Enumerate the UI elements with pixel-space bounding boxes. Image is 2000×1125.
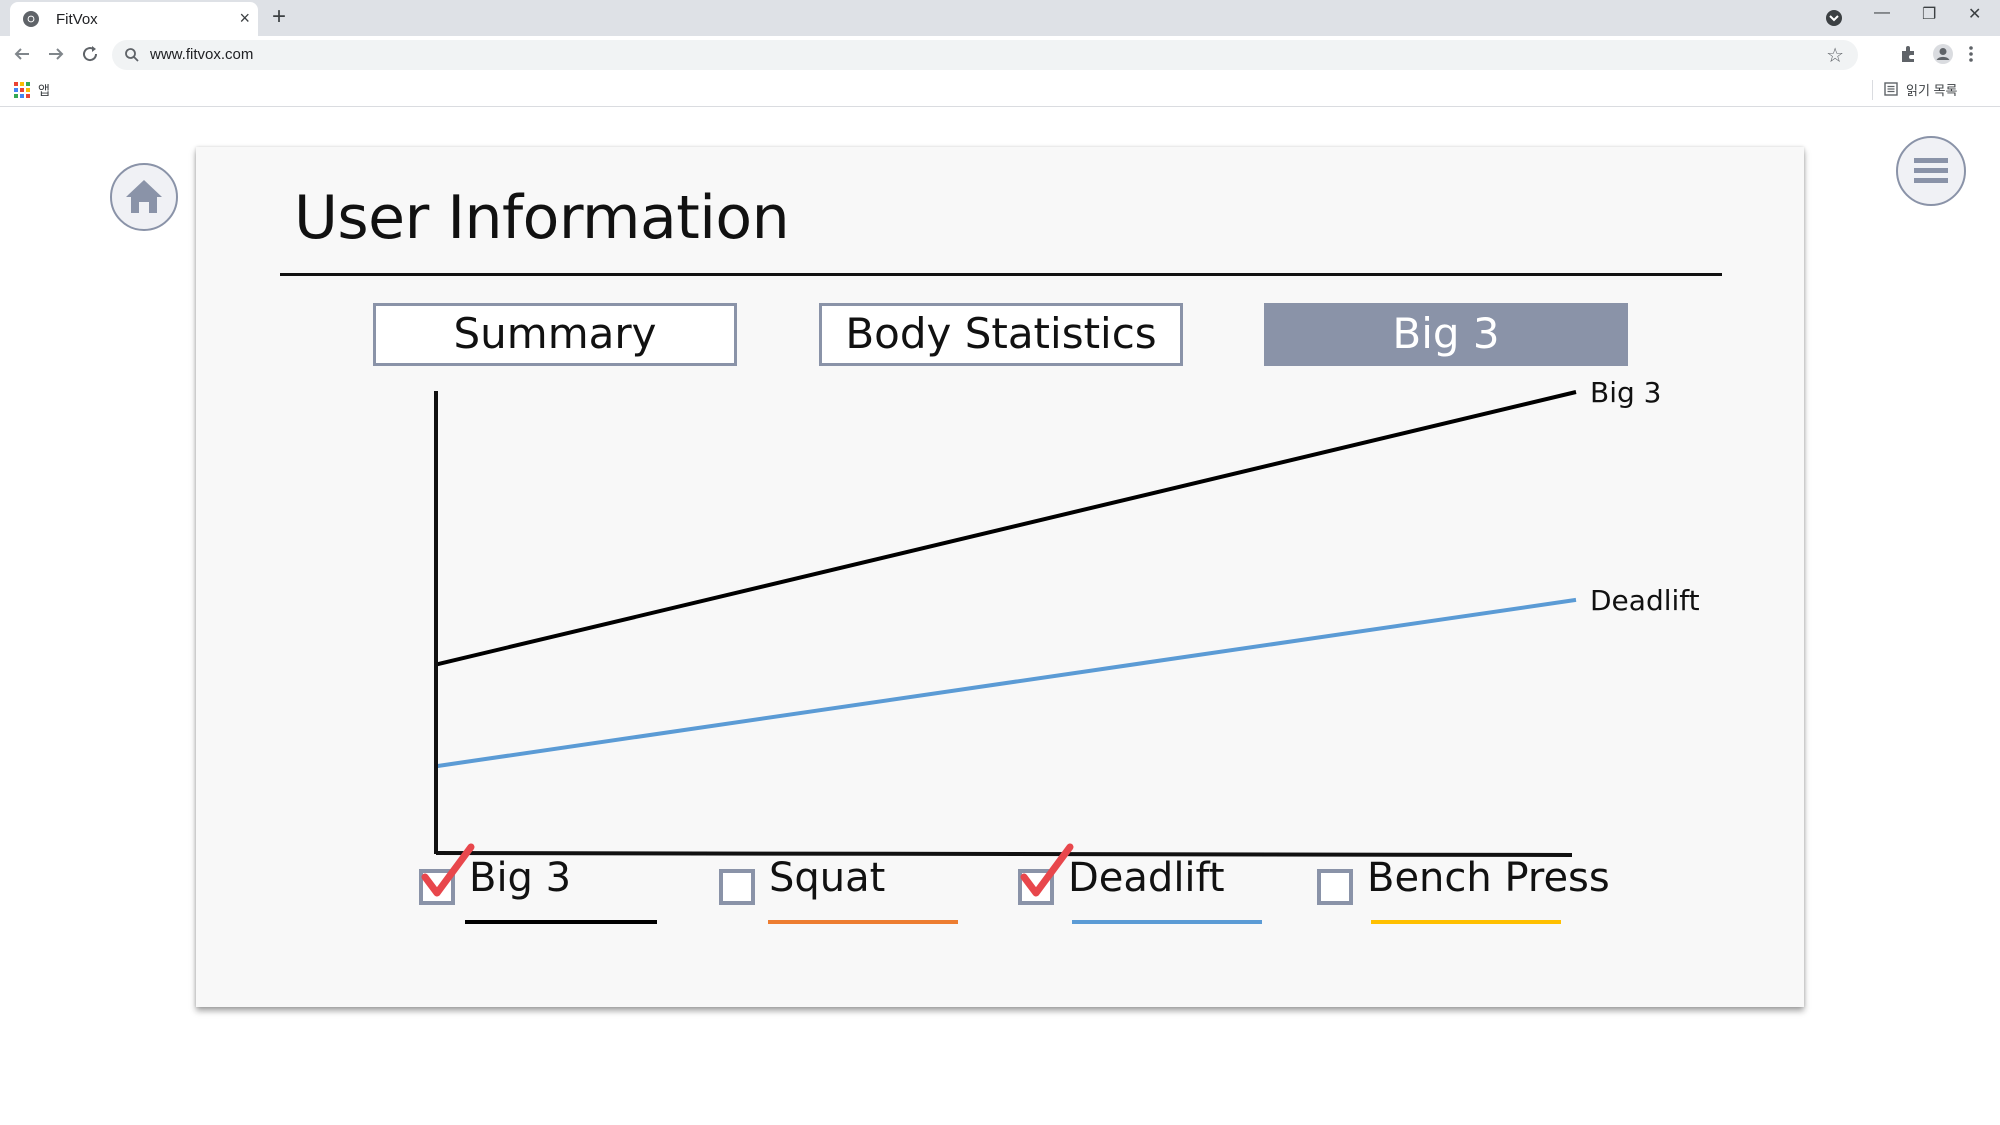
profile-icon[interactable]	[1932, 43, 1954, 65]
legend-label-bench-press: Bench Press	[1367, 855, 1610, 901]
check-mark-icon	[1020, 843, 1074, 897]
home-button[interactable]	[110, 163, 178, 231]
check-mark-icon	[421, 843, 475, 897]
forward-arrow-icon[interactable]	[44, 42, 68, 66]
legend-item-bench-press[interactable]: Bench Press	[1317, 855, 1610, 929]
legend-item-big-3[interactable]: Big 3	[419, 843, 659, 929]
legend-line-squat	[768, 920, 958, 924]
series-label-big-3: Big 3	[1590, 376, 1661, 409]
search-icon	[125, 48, 139, 62]
extensions-icon[interactable]	[1898, 43, 1920, 65]
tab-search-icon[interactable]	[1824, 8, 1844, 28]
hamburger-menu-icon	[1914, 158, 1948, 183]
apps-grid-icon[interactable]	[14, 82, 30, 98]
legend-label-deadlift: Deadlift	[1068, 855, 1225, 901]
tab-close-icon[interactable]: ×	[239, 8, 250, 28]
browser-toolbar: www.fitvox.com ☆	[0, 36, 2000, 74]
apps-bookmark-label[interactable]: 앱	[38, 80, 50, 99]
legend-line-big-3	[465, 920, 657, 924]
legend-label-big-3: Big 3	[469, 855, 572, 901]
url-text: www.fitvox.com	[150, 46, 254, 63]
browser-tab-strip: FitVox × + — ❐ ✕	[0, 0, 2000, 36]
chrome-icon	[23, 11, 39, 27]
back-arrow-icon[interactable]	[10, 42, 34, 66]
legend-item-squat[interactable]: Squat	[719, 855, 969, 929]
legend-line-deadlift	[1072, 920, 1262, 924]
star-icon[interactable]: ☆	[1826, 43, 1844, 68]
checkbox-bench-press[interactable]	[1317, 869, 1353, 905]
series-label-deadlift: Deadlift	[1590, 584, 1700, 617]
browser-menu-icon[interactable]	[1966, 43, 1976, 65]
checkbox-squat[interactable]	[719, 869, 755, 905]
home-icon	[126, 180, 162, 213]
address-bar[interactable]: www.fitvox.com ☆	[112, 40, 1858, 70]
browser-tab[interactable]: FitVox ×	[10, 2, 258, 36]
menu-button[interactable]	[1896, 136, 1966, 206]
close-window-button[interactable]: ✕	[1968, 4, 1981, 24]
tab-title: FitVox	[56, 11, 98, 28]
bookmarks-bar: 앱 읽기 목록	[0, 74, 2000, 107]
reload-icon[interactable]	[78, 42, 102, 66]
minimize-button[interactable]: —	[1874, 4, 1890, 22]
reading-list-icon[interactable]	[1884, 82, 1898, 96]
restore-button[interactable]: ❐	[1922, 4, 1936, 24]
reading-list-label[interactable]: 읽기 목록	[1906, 80, 1957, 99]
legend-item-deadlift[interactable]: Deadlift	[1018, 843, 1278, 929]
legend-line-bench-press	[1371, 920, 1561, 924]
user-information-card: User Information Summary Body Statistics…	[196, 147, 1804, 1007]
new-tab-button[interactable]: +	[272, 4, 286, 30]
legend-label-squat: Squat	[769, 855, 886, 901]
bookmarks-divider	[1872, 80, 1873, 100]
